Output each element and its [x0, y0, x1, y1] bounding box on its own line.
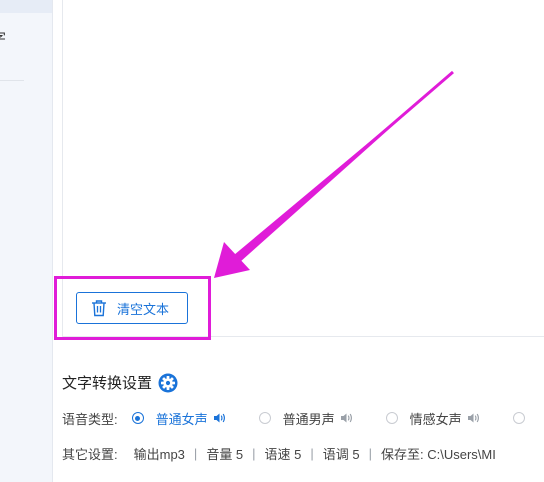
speaker-icon[interactable]: [213, 412, 227, 424]
voice-option-emotional-female[interactable]: 情感女声: [385, 409, 481, 428]
app-window: 字 清空文本 文字转换设置: [0, 0, 544, 482]
settings-title-text: 文字转换设置: [62, 375, 153, 392]
text-input-area[interactable]: [62, 0, 544, 337]
voice-option-normal-male[interactable]: 普通男声: [258, 409, 354, 428]
sidebar-item-label[interactable]: 字: [0, 28, 6, 48]
volume-setting[interactable]: 音量 5: [206, 444, 243, 463]
speaker-icon[interactable]: [467, 412, 481, 424]
separator: |: [193, 445, 198, 461]
settings-title: 文字转换设置: [62, 372, 178, 393]
voice-type-row: 语音类型: 普通女声 普通男声 情感女声: [62, 409, 537, 427]
output-format-setting[interactable]: 输出mp3: [134, 444, 185, 463]
clear-text-button[interactable]: 清空文本: [76, 292, 188, 324]
separator: |: [310, 445, 314, 461]
sidebar-divider: [0, 80, 24, 81]
other-settings-row: 其它设置: 输出mp3 | 音量 5 | 语速 5 | 语调 5 | 保存至: …: [62, 444, 496, 462]
voice-option-more[interactable]: [512, 412, 537, 424]
radio-unselected-icon[interactable]: [385, 412, 398, 424]
speed-setting[interactable]: 语速 5: [265, 444, 302, 463]
radio-unselected-icon[interactable]: [258, 412, 271, 424]
trash-icon: [91, 299, 107, 317]
clear-text-label: 清空文本: [117, 301, 170, 317]
voice-type-label: 语音类型:: [62, 411, 118, 427]
radio-unselected-icon[interactable]: [512, 412, 525, 424]
sidebar: 字: [0, 0, 53, 482]
voice-option-normal-female[interactable]: 普通女声: [131, 409, 227, 428]
separator: |: [368, 445, 373, 461]
speaker-icon[interactable]: [340, 412, 354, 424]
sidebar-active-item[interactable]: [0, 0, 52, 13]
save-path-setting[interactable]: 保存至: C:\Users\MI: [381, 444, 496, 463]
radio-selected-icon[interactable]: [131, 412, 144, 424]
gear-icon[interactable]: [158, 373, 178, 393]
other-settings-label: 其它设置:: [62, 446, 118, 462]
separator: |: [252, 445, 256, 461]
pitch-setting[interactable]: 语调 5: [323, 444, 360, 463]
